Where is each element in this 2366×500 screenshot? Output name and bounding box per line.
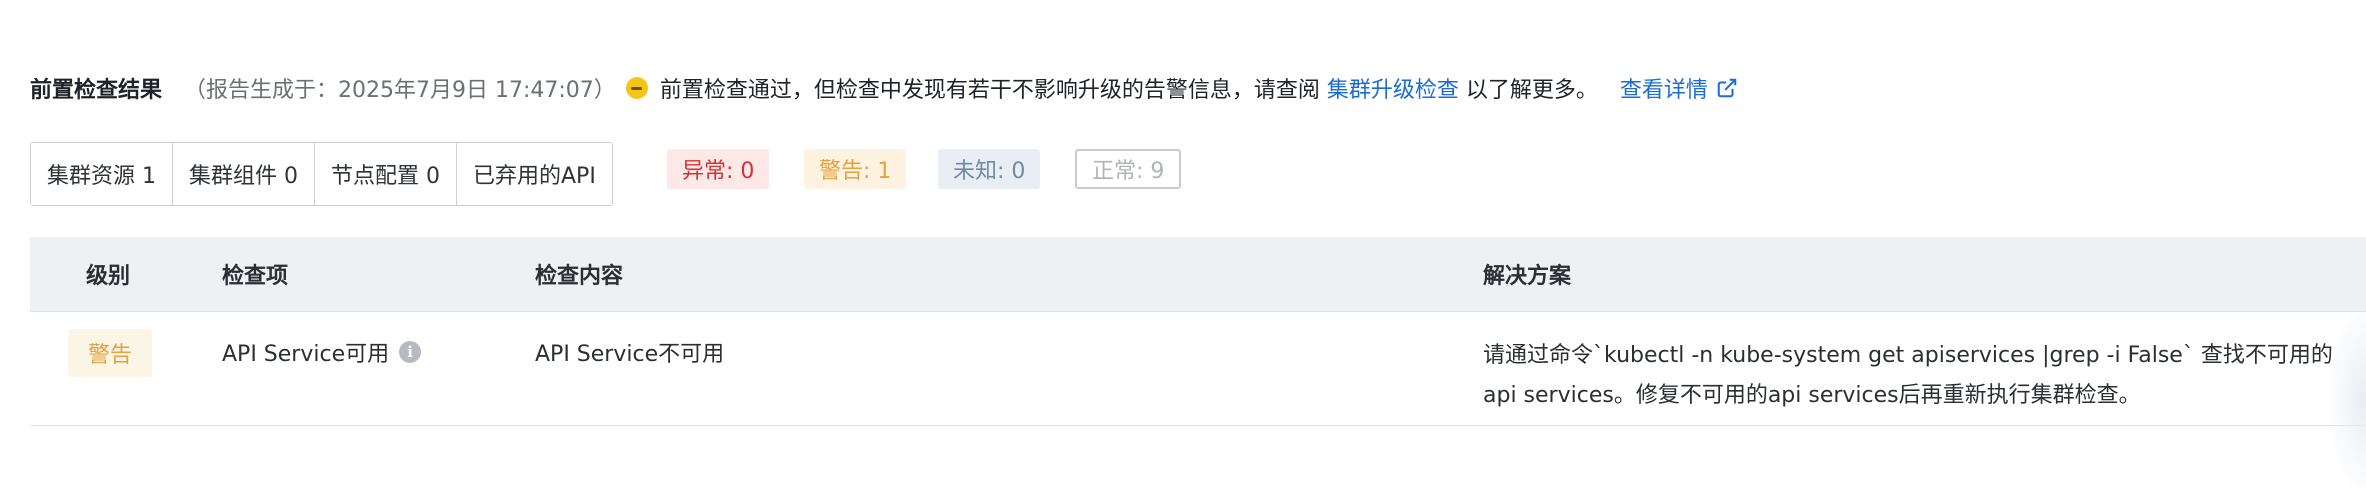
check-content-cell: API Service不可用 [535,342,725,367]
scroll-edge-shadow [2326,300,2366,500]
column-header-level: 级别 [86,264,131,289]
tab-cluster-components[interactable]: 集群组件 0 [173,143,315,205]
tab-node-config[interactable]: 节点配置 0 [315,143,457,205]
report-timestamp: （报告生成于：2025年7月9日 17:47:07） [184,78,616,103]
info-icon[interactable]: i [399,341,422,363]
message-suffix: 以了解更多。 [1458,78,1598,103]
precheck-message: 前置检查通过，但检查中发现有若干不影响升级的告警信息，请查阅 集群升级检查 以了… [660,72,1598,104]
warning-dot-icon [625,77,648,99]
page-title: 前置检查结果 [30,78,163,103]
filter-abnormal[interactable]: 异常: 0 [667,149,770,189]
cluster-upgrade-check-link[interactable]: 集群升级检查 [1327,78,1459,103]
message-prefix: 前置检查通过，但检查中发现有若干不影响升级的告警信息，请查阅 [659,78,1327,103]
check-results-table: 级别 检查项 检查内容 解决方案 警告 API Service可用 i API … [30,237,2366,426]
check-item-cell: API Service可用 i [222,336,422,368]
external-link-icon [1717,78,1737,98]
filter-normal[interactable]: 正常: 9 [1075,149,1182,189]
tab-cluster-resources[interactable]: 集群资源 1 [31,143,173,205]
column-header-item: 检查项 [222,264,289,289]
table-row: 警告 API Service可用 i API Service不可用 请通过命令`… [30,312,2366,426]
view-details-link[interactable]: 查看详情 [1620,72,1738,104]
check-item-label: API Service可用 [222,342,390,367]
tab-deprecated-api[interactable]: 已弃用的API [457,143,612,205]
filter-warning[interactable]: 警告: 1 [804,149,907,189]
level-badge-warning: 警告 [68,329,152,377]
column-header-solution: 解决方案 [1483,264,1572,289]
filter-unknown[interactable]: 未知: 0 [938,149,1041,189]
column-header-content: 检查内容 [535,264,624,289]
view-details-label: 查看详情 [1619,78,1708,103]
table-header: 级别 检查项 检查内容 解决方案 [30,237,2366,312]
precheck-header: 前置检查结果 （报告生成于：2025年7月9日 17:47:07） 前置检查通过… [30,64,1738,112]
category-tabs: 集群资源 1 集群组件 0 节点配置 0 已弃用的API [30,142,613,206]
solution-cell: 请通过命令`kubectl -n kube-system get apiserv… [1483,343,2333,408]
